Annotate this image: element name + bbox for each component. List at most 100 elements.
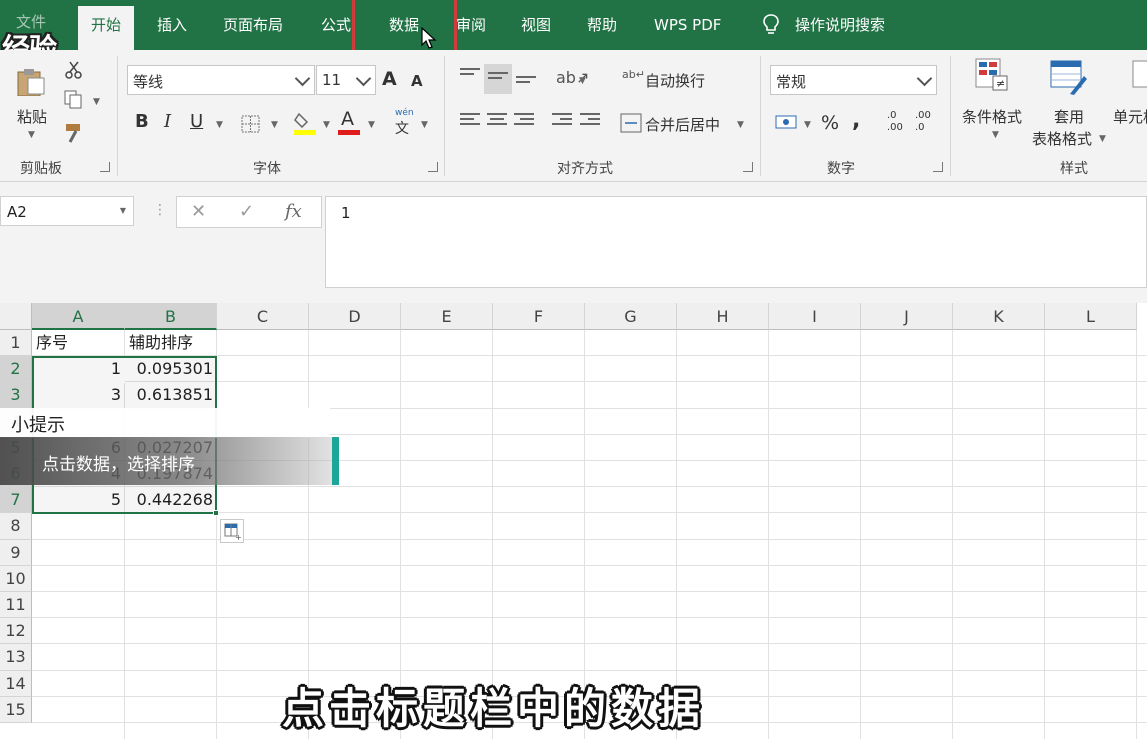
format-painter-icon[interactable] [64,122,86,144]
paste-dropdown-arrow[interactable]: ▼ [28,130,35,140]
align-bottom-icon[interactable] [516,76,538,94]
cell-b3[interactable]: 0.613851 [125,382,216,408]
row-header-10[interactable]: 10 [0,565,32,592]
increase-indent-icon[interactable] [580,113,602,131]
select-all-corner[interactable] [0,303,32,330]
tab-help[interactable]: 帮助 [587,13,617,37]
format-as-table-label-1[interactable]: 套用 [1054,106,1084,127]
grow-font-button[interactable]: A [382,68,397,90]
cell-a1[interactable]: 序号 [32,330,124,356]
row-header-12[interactable]: 12 [0,618,32,645]
column-header-e[interactable]: E [401,303,493,330]
bold-button[interactable]: B [135,111,149,132]
fill-handle[interactable] [213,510,219,516]
font-color-dropdown-arrow[interactable]: ▼ [368,120,375,130]
row-header-7[interactable]: 7 [0,487,32,514]
orientation-dropdown-arrow[interactable]: ▼ [579,76,586,86]
row-header-11[interactable]: 11 [0,592,32,619]
tab-review[interactable]: 审阅 [456,13,486,37]
phonetic-button[interactable]: 文 [395,118,409,138]
tell-me-search[interactable]: 操作说明搜索 [795,13,885,37]
paste-button[interactable] [16,68,45,108]
conditional-formatting-button[interactable]: 条件格式 [962,106,1022,127]
column-header-j[interactable]: J [861,303,953,330]
column-header-a[interactable]: A [32,303,125,330]
decrease-decimal-bottom[interactable]: .0 [915,122,925,133]
quick-analysis-icon[interactable]: + [220,519,244,543]
row-header-8[interactable]: 8 [0,513,32,540]
row-header-13[interactable]: 13 [0,644,32,671]
tab-formulas[interactable]: 公式 [321,13,351,37]
cancel-entry-button[interactable]: ✕ [191,201,206,222]
borders-dropdown-arrow[interactable]: ▼ [271,120,278,130]
borders-icon[interactable] [240,114,262,134]
row-header-2[interactable]: 2 [0,356,32,383]
cell-b7[interactable]: 0.442268 [125,487,216,513]
shrink-font-button[interactable]: A [411,72,423,90]
column-header-g[interactable]: G [585,303,677,330]
percent-button[interactable]: % [821,112,839,134]
conditional-dropdown-arrow[interactable]: ▼ [992,130,999,140]
alignment-launcher-icon[interactable] [743,162,753,172]
align-top-icon[interactable] [460,68,482,86]
comma-button[interactable]: , [852,108,860,133]
column-header-k[interactable]: K [953,303,1045,330]
align-right-icon[interactable] [514,113,536,131]
row-header-9[interactable]: 9 [0,539,32,566]
merge-center-button[interactable]: 合并后居中 [645,114,720,135]
confirm-entry-button[interactable]: ✓ [239,201,254,222]
name-box[interactable]: A2 ▼ [0,196,134,226]
cell-styles-icon[interactable] [1132,60,1147,96]
decrease-indent-icon[interactable] [552,113,574,131]
format-table-dropdown-arrow[interactable]: ▼ [1099,134,1106,144]
cell-a3[interactable]: 3 [32,382,124,408]
align-left-icon[interactable] [460,113,482,131]
phonetic-dropdown-arrow[interactable]: ▼ [421,120,428,130]
font-size-combo[interactable]: 11 [316,65,376,95]
underline-dropdown-arrow[interactable]: ▼ [216,120,223,130]
column-header-b[interactable]: B [125,303,217,330]
column-header-c[interactable]: C [217,303,309,330]
cell-b2[interactable]: 0.095301 [125,356,216,382]
font-name-combo[interactable]: 等线 [127,65,315,95]
row-header-3[interactable]: 3 [0,382,32,409]
tab-wps-pdf[interactable]: WPS PDF [654,13,721,37]
tab-page-layout[interactable]: 页面布局 [223,13,283,37]
column-header-l[interactable]: L [1045,303,1137,330]
column-header-f[interactable]: F [493,303,585,330]
number-launcher-icon[interactable] [933,162,943,172]
accounting-dropdown-arrow[interactable]: ▼ [804,120,811,130]
number-format-combo[interactable]: 常规 [770,65,937,95]
copy-icon[interactable] [64,90,86,110]
fill-color-dropdown-arrow[interactable]: ▼ [323,120,330,130]
underline-button[interactable]: U [190,111,203,132]
column-header-i[interactable]: I [769,303,861,330]
increase-decimal-top[interactable]: .0 [887,110,897,121]
insert-function-button[interactable]: fx [285,201,302,222]
formula-input[interactable]: 1 [325,196,1147,288]
format-as-table-icon[interactable] [1050,60,1088,96]
cell-a2[interactable]: 1 [32,356,124,382]
font-color-button[interactable]: A [341,108,354,130]
row-header-1[interactable]: 1 [0,330,32,357]
align-center-icon[interactable] [487,113,509,131]
conditional-formatting-icon[interactable]: ≠ [975,58,1011,92]
cell-styles-button[interactable]: 单元格 [1113,106,1147,127]
paste-label[interactable]: 粘贴 [17,106,47,127]
phonetic-pinyin[interactable]: wén [395,108,414,118]
accounting-format-icon[interactable] [775,113,799,133]
column-header-h[interactable]: H [677,303,769,330]
cell-b1[interactable]: 辅助排序 [125,330,216,356]
align-middle-icon[interactable] [484,64,512,94]
row-header-14[interactable]: 14 [0,670,32,697]
cell-a7[interactable]: 5 [32,487,124,513]
cut-icon[interactable] [64,60,84,80]
copy-dropdown-arrow[interactable]: ▼ [93,97,100,107]
format-as-table-label-2[interactable]: 表格格式 [1032,128,1092,149]
tab-insert[interactable]: 插入 [157,13,187,37]
fill-color-icon[interactable] [293,110,317,136]
merge-dropdown-arrow[interactable]: ▼ [737,120,744,130]
italic-button[interactable]: I [164,111,171,132]
column-header-d[interactable]: D [309,303,401,330]
increase-decimal-bottom[interactable]: .00 [887,122,903,133]
